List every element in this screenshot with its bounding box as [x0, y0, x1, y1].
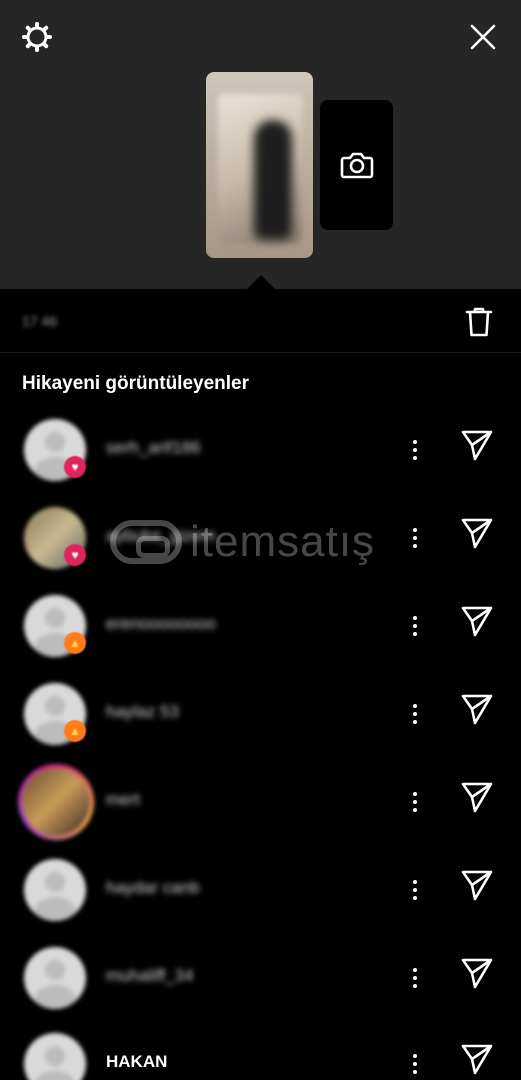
more-options-button[interactable]: [402, 958, 428, 998]
delete-story-button[interactable]: [460, 302, 498, 342]
viewer-username[interactable]: aybuke_gizem: [106, 526, 216, 546]
avatar-silhouette-head: [45, 872, 65, 892]
more-options-button[interactable]: [402, 430, 428, 470]
viewer-row[interactable]: HAKAN: [0, 1020, 521, 1080]
story-preview-area: [0, 0, 521, 289]
avatar-silhouette-head: [45, 1046, 65, 1066]
send-icon: [461, 782, 493, 813]
more-dot: [413, 448, 417, 452]
avatar-silhouette-head: [45, 432, 65, 452]
story-thumbnail[interactable]: [206, 72, 313, 258]
send-message-button[interactable]: [460, 1042, 500, 1080]
avatar-silhouette-head: [45, 696, 65, 716]
more-options-button[interactable]: [402, 1044, 428, 1080]
more-dot: [413, 880, 417, 884]
gear-icon: [22, 22, 52, 52]
send-icon: [461, 606, 493, 637]
heart-reaction-icon: ♥: [64, 456, 86, 478]
send-message-button[interactable]: [460, 956, 500, 996]
avatar-photo: [22, 768, 90, 836]
send-message-button[interactable]: [460, 868, 500, 908]
more-dot: [413, 544, 417, 548]
viewer-row[interactable]: ♥ serh_arif186: [0, 406, 521, 494]
more-dot: [413, 976, 417, 980]
send-message-button[interactable]: [460, 780, 500, 820]
viewers-section-title: Hikayeni görüntüleyenler: [22, 373, 250, 394]
send-icon: [461, 430, 493, 461]
avatar-silhouette-head: [45, 960, 65, 980]
close-button[interactable]: [460, 14, 506, 60]
avatar[interactable]: [24, 1033, 86, 1080]
send-message-button[interactable]: [460, 516, 500, 556]
more-options-button[interactable]: [402, 694, 428, 734]
viewer-row[interactable]: haydar canb: [0, 846, 521, 934]
send-icon: [461, 958, 493, 989]
avatar-silhouette-body: [34, 1071, 76, 1080]
viewer-row[interactable]: ▲ erenoooooooo: [0, 582, 521, 670]
viewer-username[interactable]: haydar canb: [106, 878, 200, 898]
more-dot: [413, 1070, 417, 1074]
more-dot: [413, 1062, 417, 1066]
more-dot: [413, 888, 417, 892]
trash-icon: [465, 307, 493, 337]
viewer-username[interactable]: serh_arif186: [106, 438, 201, 458]
send-message-button[interactable]: [460, 692, 500, 732]
more-dot: [413, 536, 417, 540]
avatar[interactable]: [24, 859, 86, 921]
more-dot: [413, 792, 417, 796]
heart-reaction-icon: ♥: [64, 544, 86, 566]
more-options-button[interactable]: [402, 518, 428, 558]
more-dot: [413, 624, 417, 628]
send-message-button[interactable]: [460, 604, 500, 644]
viewer-username[interactable]: erenoooooooo: [106, 614, 216, 634]
more-dot: [413, 968, 417, 972]
story-stats-row: 17 46: [0, 291, 521, 353]
more-dot: [413, 1054, 417, 1058]
more-dot: [413, 984, 417, 988]
avatar-silhouette-head: [45, 608, 65, 628]
viewer-username[interactable]: haylaz 53: [106, 702, 179, 722]
more-dot: [413, 720, 417, 724]
more-dot: [413, 800, 417, 804]
more-dot: [413, 896, 417, 900]
viewer-username[interactable]: muhaliff_34: [106, 966, 194, 986]
selected-story-pointer: [247, 275, 275, 289]
settings-button[interactable]: [14, 14, 60, 60]
viewer-username[interactable]: mert: [106, 790, 140, 810]
add-story-camera-button[interactable]: [320, 100, 393, 230]
close-icon: [470, 24, 496, 50]
send-icon: [461, 1044, 493, 1075]
more-dot: [413, 808, 417, 812]
viewer-row[interactable]: ▲ haylaz 53: [0, 670, 521, 758]
story-figure: [254, 120, 292, 240]
views-count: 17 46: [22, 313, 58, 329]
more-dot: [413, 704, 417, 708]
more-options-button[interactable]: [402, 782, 428, 822]
avatar-silhouette-body: [34, 897, 76, 921]
fire-reaction-icon: ▲: [64, 632, 86, 654]
viewer-row[interactable]: ♥ aybuke_gizem: [0, 494, 521, 582]
viewer-row[interactable]: mert: [0, 758, 521, 846]
viewer-username[interactable]: HAKAN: [106, 1052, 167, 1072]
avatar[interactable]: [24, 947, 86, 1009]
send-message-button[interactable]: [460, 428, 500, 468]
send-icon: [461, 694, 493, 725]
camera-icon: [340, 152, 373, 179]
send-icon: [461, 518, 493, 549]
viewer-row[interactable]: muhaliff_34: [0, 934, 521, 1022]
more-dot: [413, 712, 417, 716]
more-dot: [413, 632, 417, 636]
more-options-button[interactable]: [402, 606, 428, 646]
more-dot: [413, 616, 417, 620]
fire-reaction-icon: ▲: [64, 720, 86, 742]
send-icon: [461, 870, 493, 901]
more-options-button[interactable]: [402, 870, 428, 910]
more-dot: [413, 440, 417, 444]
more-dot: [413, 456, 417, 460]
avatar-silhouette-body: [34, 985, 76, 1009]
avatar[interactable]: [18, 764, 94, 840]
more-dot: [413, 528, 417, 532]
